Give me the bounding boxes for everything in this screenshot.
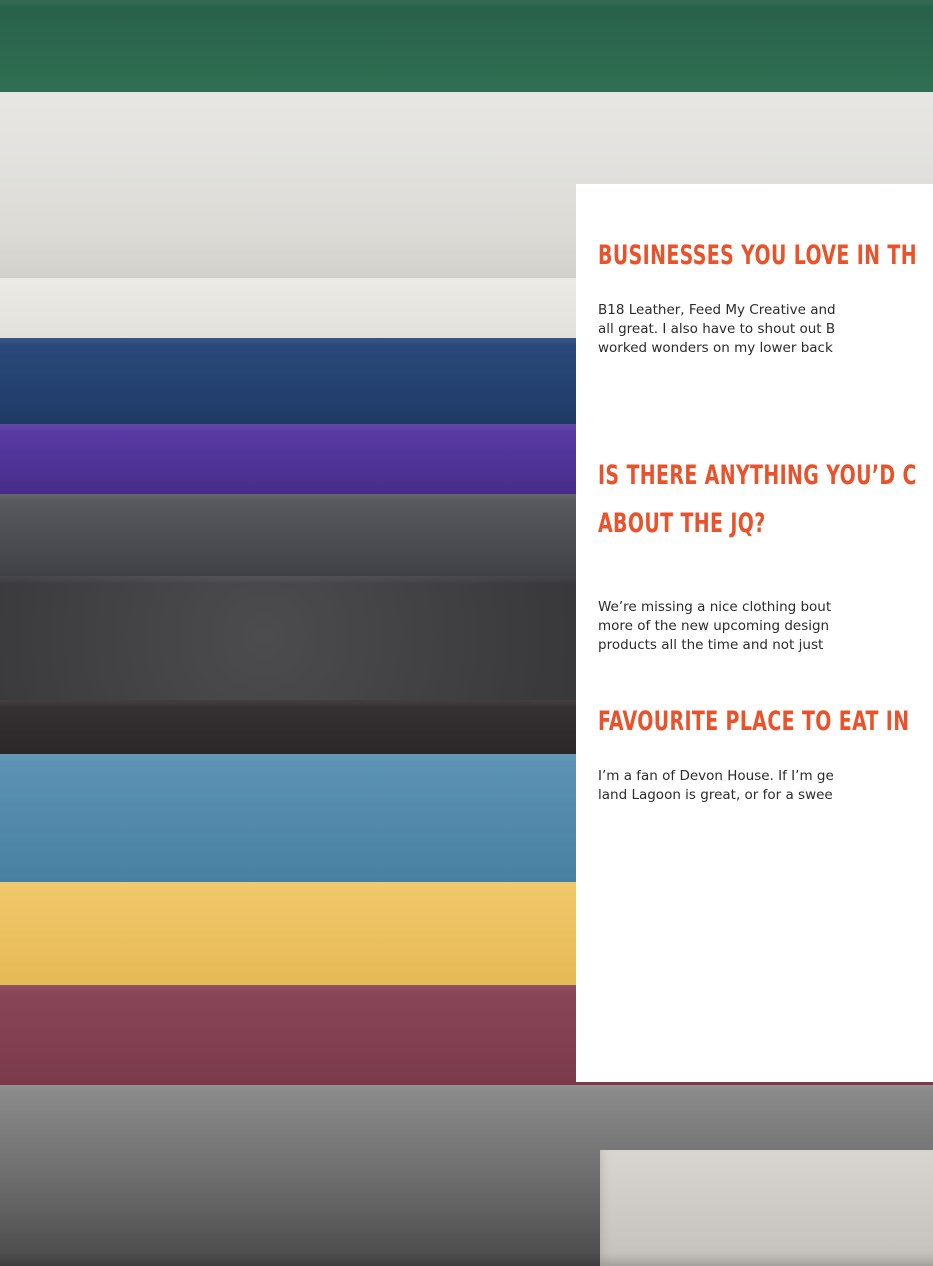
section-heading-change-line2: ABOUT THE JQ? xyxy=(598,508,766,539)
section-body-line: I’m a fan of Devon House. If I’m ge xyxy=(598,768,834,784)
content-card: BUSINESSES YOU LOVE IN TH B18 Leather, F… xyxy=(576,184,933,1082)
section-body-line: all great. I also have to shout out B xyxy=(598,321,836,337)
section-body-line: worked wonders on my lower back xyxy=(598,340,833,356)
section-heading-eat: FAVOURITE PLACE TO EAT IN xyxy=(598,706,910,737)
section-body-line: land Lagoon is great, or for a swee xyxy=(598,787,833,803)
fabric-white-base xyxy=(600,1150,933,1266)
section-body-line: products all the time and not just xyxy=(598,637,824,653)
section-body-line: more of the new upcoming design xyxy=(598,618,830,634)
section-body-line: B18 Leather, Feed My Creative and xyxy=(598,302,836,318)
section-body-line: We’re missing a nice clothing bout xyxy=(598,599,832,615)
section-heading-businesses: BUSINESSES YOU LOVE IN TH xyxy=(598,240,917,271)
section-heading-change: IS THERE ANYTHING YOU’D C xyxy=(598,460,917,491)
